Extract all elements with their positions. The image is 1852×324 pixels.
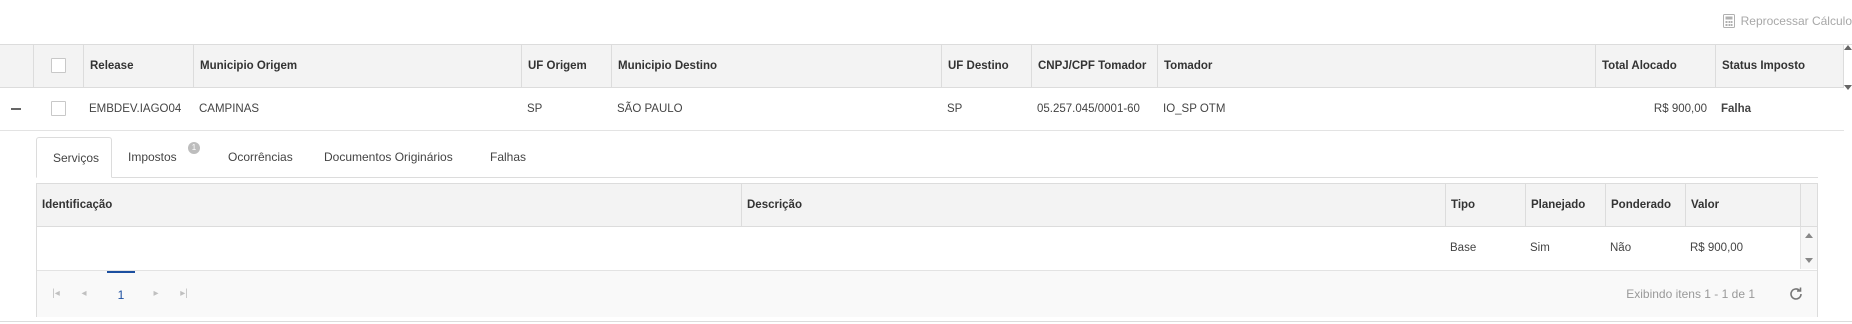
last-page-icon[interactable]: ▸|	[177, 287, 191, 301]
col-ponderado[interactable]: Ponderado	[1605, 184, 1685, 226]
select-all-checkbox[interactable]	[51, 58, 66, 74]
header-select-cell	[33, 45, 83, 87]
grid-scroll-up-icon[interactable]	[1844, 45, 1852, 50]
cell-valor: R$ 900,00	[1690, 242, 1744, 254]
col-municipio-origem[interactable]: Municipio Origem	[193, 45, 521, 87]
services-grid: Identificação Descrição Tipo Planejado P…	[36, 183, 1818, 317]
tab-ocorrencias[interactable]: Ocorrências	[212, 137, 308, 177]
col-status-imposto[interactable]: Status Imposto	[1715, 45, 1844, 87]
tab-impostos-label: Impostos	[128, 150, 177, 164]
cell-uf-origem: SP	[527, 103, 543, 115]
col-uf-destino[interactable]: UF Destino	[941, 45, 1031, 87]
header-expand-cell	[0, 45, 33, 87]
pager-info: Exibindo itens 1 - 1 de 1	[1626, 287, 1755, 301]
col-cnpj-cpf-tomador[interactable]: CNPJ/CPF Tomador	[1031, 45, 1157, 87]
cell-identificacao	[37, 227, 741, 269]
col-uf-origem[interactable]: UF Origem	[521, 45, 611, 87]
cell-uf-destino: SP	[947, 103, 963, 115]
cell-municipio-destino: SÃO PAULO	[617, 103, 683, 115]
detail-panel: Serviços Impostos 1 Ocorrências Document…	[0, 131, 1844, 321]
cell-total-alocado: R$ 900,00	[1653, 103, 1707, 115]
services-scrollbar[interactable]	[1800, 227, 1817, 269]
cell-tipo: Base	[1450, 242, 1477, 254]
cell-ponderado: Não	[1610, 242, 1632, 254]
tab-impostos[interactable]: Impostos 1	[112, 137, 212, 177]
col-release[interactable]: Release	[83, 45, 193, 87]
col-municipio-destino[interactable]: Municipio Destino	[611, 45, 941, 87]
release-grid: Release Municipio Origem UF Origem Munic…	[0, 44, 1852, 322]
next-page-icon[interactable]: ▸	[149, 287, 163, 301]
row-select-cell	[33, 88, 83, 130]
status-badge: Falha	[1721, 103, 1752, 115]
tab-falhas[interactable]: Falhas	[474, 137, 544, 177]
row-checkbox[interactable]	[50, 101, 66, 117]
cell-cnpj-cpf-tomador: 05.257.045/0001-60	[1037, 103, 1140, 115]
services-header: Identificação Descrição Tipo Planejado P…	[37, 184, 1817, 227]
table-row[interactable]: EMBDEV.IAGO04 CAMPINAS SP SÃO PAULO SP 0…	[0, 88, 1844, 131]
grid-header: Release Municipio Origem UF Origem Munic…	[0, 45, 1844, 88]
detail-tabs: Serviços Impostos 1 Ocorrências Document…	[36, 137, 1818, 178]
col-valor[interactable]: Valor	[1685, 184, 1801, 226]
pager: |◂ ◂ 1 ▸ ▸| Exibindo itens 1 - 1 de 1	[37, 270, 1817, 317]
scroll-down-icon[interactable]	[1805, 258, 1813, 263]
tab-servicos[interactable]: Serviços	[36, 137, 112, 178]
refresh-icon[interactable]	[1787, 285, 1805, 303]
cell-planejado: Sim	[1530, 242, 1550, 254]
cell-municipio-origem: CAMPINAS	[199, 103, 260, 115]
impostos-count-badge: 1	[188, 142, 200, 154]
calculator-icon	[1722, 14, 1735, 28]
page-number[interactable]: 1	[107, 271, 135, 317]
row-expand-cell	[0, 88, 33, 130]
cell-release: EMBDEV.IAGO04	[89, 103, 182, 115]
tab-documentos-originarios[interactable]: Documentos Originários	[308, 137, 474, 177]
grid-scrollbar[interactable]	[1844, 45, 1852, 321]
toolbar: Reprocessar Cálculo	[0, 0, 1852, 44]
reprocess-label: Reprocessar Cálculo	[1740, 14, 1852, 28]
grid-scroll-down-icon[interactable]	[1844, 85, 1852, 90]
col-identificacao[interactable]: Identificação	[37, 184, 741, 226]
col-tipo[interactable]: Tipo	[1445, 184, 1525, 226]
cell-tomador: IO_SP OTM	[1163, 103, 1226, 115]
prev-page-icon[interactable]: ◂	[77, 287, 91, 301]
col-tomador[interactable]: Tomador	[1157, 45, 1595, 87]
cell-descricao	[741, 227, 1445, 269]
col-descricao[interactable]: Descrição	[741, 184, 1445, 226]
collapse-icon[interactable]	[11, 108, 21, 110]
scroll-up-icon[interactable]	[1805, 233, 1813, 238]
first-page-icon[interactable]: |◂	[49, 287, 63, 301]
reprocess-button[interactable]: Reprocessar Cálculo	[1722, 14, 1852, 28]
col-total-alocado[interactable]: Total Alocado	[1595, 45, 1715, 87]
table-row[interactable]: Base Sim Não R$ 900,00	[37, 227, 1801, 269]
col-planejado[interactable]: Planejado	[1525, 184, 1605, 226]
